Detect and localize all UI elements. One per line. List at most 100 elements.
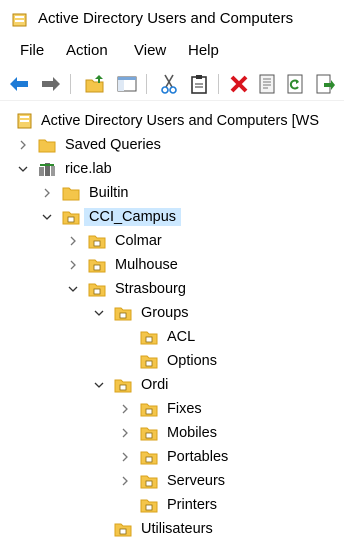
tree-node-rice-lab[interactable]: rice.lab — [0, 158, 344, 180]
chevron-down-icon[interactable] — [94, 308, 104, 318]
menu-view[interactable]: View — [134, 42, 166, 59]
tree-node-groups[interactable]: Groups — [0, 302, 344, 324]
tree-node-label: ACL — [167, 329, 196, 345]
refresh-button[interactable] — [284, 73, 306, 95]
organizational-unit-icon — [140, 499, 158, 513]
tree-node-cci-campus[interactable]: CCI_Campus — [0, 206, 344, 228]
organizational-unit-icon — [114, 307, 132, 321]
tree-node-label: Strasbourg — [115, 281, 186, 297]
tree-node-label: Fixes — [167, 401, 202, 417]
organizational-unit-icon — [62, 211, 80, 225]
tree-node-label: Active Directory Users and Computers [WS — [41, 113, 319, 129]
chevron-right-icon[interactable] — [120, 452, 130, 462]
chevron-down-icon[interactable] — [94, 380, 104, 390]
forward-arrow-icon — [42, 77, 60, 91]
tree-node-label: Mulhouse — [115, 257, 178, 273]
toolbar — [0, 66, 344, 101]
tree-node-ordi[interactable]: Ordi — [0, 374, 344, 396]
organizational-unit-icon — [140, 427, 158, 441]
chevron-down-icon[interactable] — [18, 164, 28, 174]
console-tree: Active Directory Users and Computers [WS… — [0, 106, 344, 537]
export-list-icon — [316, 74, 335, 94]
organizational-unit-icon — [140, 451, 158, 465]
tree-node-serveurs[interactable]: Serveurs — [0, 470, 344, 492]
organizational-unit-icon — [140, 331, 158, 345]
title-bar: Active Directory Users and Computers — [0, 0, 344, 38]
tree-node-label: Portables — [167, 449, 229, 465]
organizational-unit-icon — [140, 475, 158, 489]
organizational-unit-icon — [114, 379, 132, 393]
cut-button[interactable] — [158, 73, 180, 95]
delete-icon — [230, 75, 248, 93]
organizational-unit-icon — [88, 235, 106, 249]
chevron-right-icon[interactable] — [120, 404, 130, 414]
tree-node-label: CCI_Campus — [84, 208, 182, 226]
active-directory-icon — [17, 113, 32, 129]
chevron-right-icon[interactable] — [18, 140, 28, 150]
tree-node-label: rice.lab — [65, 161, 112, 177]
tree-node-options[interactable]: Options — [0, 350, 344, 372]
tree-node-label: Printers — [167, 497, 217, 513]
menu-help[interactable]: Help — [188, 42, 219, 59]
organizational-unit-icon — [88, 283, 106, 297]
folder-icon — [38, 139, 56, 153]
window-title: Active Directory Users and Computers — [38, 10, 294, 27]
chevron-right-icon[interactable] — [68, 260, 78, 270]
toolbar-separator — [218, 74, 219, 94]
paste-button[interactable] — [188, 73, 210, 95]
tree-node-label: Utilisateurs — [141, 521, 213, 537]
tree-node-root[interactable]: Active Directory Users and Computers [WS — [0, 110, 344, 132]
organizational-unit-icon — [140, 403, 158, 417]
properties-button[interactable] — [256, 73, 278, 95]
toolbar-separator — [70, 74, 71, 94]
chevron-right-icon[interactable] — [68, 236, 78, 246]
tree-node-label: Builtin — [89, 185, 129, 201]
tree-node-mobiles[interactable]: Mobiles — [0, 422, 344, 444]
chevron-right-icon[interactable] — [42, 188, 52, 198]
tree-node-label: Options — [167, 353, 217, 369]
menu-file[interactable]: File — [20, 42, 44, 59]
forward-button[interactable] — [40, 73, 62, 95]
delete-button[interactable] — [228, 73, 250, 95]
tree-node-label: Mobiles — [167, 425, 217, 441]
chevron-down-icon[interactable] — [68, 284, 78, 294]
folder-icon — [62, 187, 80, 201]
tree-node-colmar[interactable]: Colmar — [0, 230, 344, 252]
tree-node-label: Groups — [141, 305, 189, 321]
show-hide-console-tree-button[interactable] — [116, 73, 138, 95]
tree-node-label: Serveurs — [167, 473, 226, 489]
chevron-right-icon[interactable] — [120, 476, 130, 486]
back-arrow-icon — [10, 77, 28, 91]
properties-icon — [259, 74, 275, 94]
back-button[interactable] — [8, 73, 30, 95]
tree-node-portables[interactable]: Portables — [0, 446, 344, 468]
tree-node-strasbourg[interactable]: Strasbourg — [0, 278, 344, 300]
up-folder-icon — [85, 75, 104, 93]
active-directory-icon — [12, 13, 27, 27]
domain-icon — [39, 163, 55, 176]
tree-node-saved-queries[interactable]: Saved Queries — [0, 134, 344, 156]
tree-node-label: Ordi — [141, 377, 169, 393]
chevron-down-icon[interactable] — [42, 212, 52, 222]
chevron-right-icon[interactable] — [120, 428, 130, 438]
menu-bar: File Action View Help — [0, 38, 344, 64]
tree-node-builtin[interactable]: Builtin — [0, 182, 344, 204]
tree-node-printers[interactable]: Printers — [0, 494, 344, 516]
export-list-button[interactable] — [314, 73, 336, 95]
paste-icon — [191, 75, 207, 94]
organizational-unit-icon — [140, 355, 158, 369]
up-one-level-button[interactable] — [84, 73, 106, 95]
tree-node-label: Colmar — [115, 233, 162, 249]
toolbar-separator — [146, 74, 147, 94]
tree-node-mulhouse[interactable]: Mulhouse — [0, 254, 344, 276]
show-console-tree-icon — [117, 76, 137, 92]
refresh-icon — [287, 74, 303, 94]
menu-action[interactable]: Action — [66, 42, 108, 59]
tree-node-utilisateurs[interactable]: Utilisateurs — [0, 518, 344, 537]
organizational-unit-icon — [88, 259, 106, 273]
tree-node-label: Saved Queries — [65, 137, 161, 153]
organizational-unit-icon — [114, 523, 132, 537]
tree-node-acl[interactable]: ACL — [0, 326, 344, 348]
tree-node-fixes[interactable]: Fixes — [0, 398, 344, 420]
cut-icon — [161, 74, 177, 94]
